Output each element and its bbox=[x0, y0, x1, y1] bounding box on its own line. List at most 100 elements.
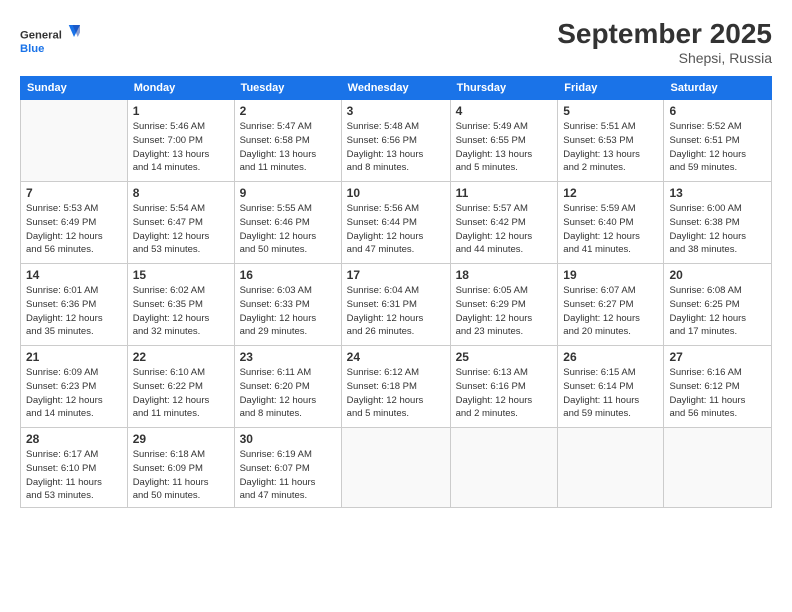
day-info: Sunrise: 6:16 AM Sunset: 6:12 PM Dayligh… bbox=[669, 366, 766, 421]
day-info: Sunrise: 6:19 AM Sunset: 6:07 PM Dayligh… bbox=[240, 448, 336, 503]
day-number: 30 bbox=[240, 432, 336, 446]
day-number: 29 bbox=[133, 432, 229, 446]
logo: General Blue bbox=[20, 18, 80, 62]
table-row bbox=[558, 428, 664, 508]
calendar-table: Sunday Monday Tuesday Wednesday Thursday… bbox=[20, 76, 772, 508]
day-info: Sunrise: 6:07 AM Sunset: 6:27 PM Dayligh… bbox=[563, 284, 658, 339]
day-number: 21 bbox=[26, 350, 122, 364]
day-info: Sunrise: 5:47 AM Sunset: 6:58 PM Dayligh… bbox=[240, 120, 336, 175]
day-info: Sunrise: 6:11 AM Sunset: 6:20 PM Dayligh… bbox=[240, 366, 336, 421]
table-row: 13Sunrise: 6:00 AM Sunset: 6:38 PM Dayli… bbox=[664, 182, 772, 264]
day-number: 23 bbox=[240, 350, 336, 364]
day-info: Sunrise: 6:01 AM Sunset: 6:36 PM Dayligh… bbox=[26, 284, 122, 339]
table-row: 30 Sunrise: 6:19 AM Sunset: 6:07 PM Dayli… bbox=[234, 428, 341, 508]
table-row: 12 Sunrise: 5:59 AM Sunset: 6:40 PM Dayli… bbox=[558, 182, 664, 264]
day-info: Sunrise: 5:53 AM Sunset: 6:49 PM Dayligh… bbox=[26, 202, 122, 257]
day-info: Sunrise: 6:08 AM Sunset: 6:25 PM Dayligh… bbox=[669, 284, 766, 339]
table-row: 11Sunrise: 5:57 AM Sunset: 6:42 PM Dayli… bbox=[450, 182, 558, 264]
col-friday: Friday bbox=[558, 77, 664, 100]
title-block: September 2025 Shepsi, Russia bbox=[557, 18, 772, 66]
table-row: 22 Sunrise: 6:10 AM Sunset: 6:22 PM Dayli… bbox=[127, 346, 234, 428]
day-info: Sunrise: 5:59 AM Sunset: 6:40 PM Dayligh… bbox=[563, 202, 658, 257]
day-number: 18 bbox=[456, 268, 553, 282]
day-number: 27 bbox=[669, 350, 766, 364]
table-row: 1 Sunrise: 5:46 AM Sunset: 7:00 PM Daylig… bbox=[127, 100, 234, 182]
col-wednesday: Wednesday bbox=[341, 77, 450, 100]
table-row: 29 Sunrise: 6:18 AM Sunset: 6:09 PM Dayli… bbox=[127, 428, 234, 508]
day-number: 2 bbox=[240, 104, 336, 118]
table-row: 2 Sunrise: 5:47 AM Sunset: 6:58 PM Daylig… bbox=[234, 100, 341, 182]
calendar-header-row: Sunday Monday Tuesday Wednesday Thursday… bbox=[21, 77, 772, 100]
table-row: 17 Sunrise: 6:04 AM Sunset: 6:31 PM Dayli… bbox=[341, 264, 450, 346]
day-info: Sunrise: 6:04 AM Sunset: 6:31 PM Dayligh… bbox=[347, 284, 445, 339]
table-row: 9 Sunrise: 5:55 AM Sunset: 6:46 PM Daylig… bbox=[234, 182, 341, 264]
day-number: 26 bbox=[563, 350, 658, 364]
day-info: Sunrise: 5:48 AM Sunset: 6:56 PM Dayligh… bbox=[347, 120, 445, 175]
table-row bbox=[341, 428, 450, 508]
table-row: 16Sunrise: 6:03 AM Sunset: 6:33 PM Dayli… bbox=[234, 264, 341, 346]
day-info: Sunrise: 5:46 AM Sunset: 7:00 PM Dayligh… bbox=[133, 120, 229, 175]
day-info: Sunrise: 5:51 AM Sunset: 6:53 PM Dayligh… bbox=[563, 120, 658, 175]
table-row: 10 Sunrise: 5:56 AM Sunset: 6:44 PM Dayli… bbox=[341, 182, 450, 264]
logo-icon: General Blue bbox=[20, 18, 80, 62]
day-info: Sunrise: 6:15 AM Sunset: 6:14 PM Dayligh… bbox=[563, 366, 658, 421]
day-number: 7 bbox=[26, 186, 122, 200]
day-number: 25 bbox=[456, 350, 553, 364]
table-row bbox=[664, 428, 772, 508]
day-number: 28 bbox=[26, 432, 122, 446]
table-row bbox=[21, 100, 128, 182]
table-row: 4Sunrise: 5:49 AM Sunset: 6:55 PM Daylig… bbox=[450, 100, 558, 182]
day-number: 8 bbox=[133, 186, 229, 200]
day-number: 11 bbox=[456, 186, 553, 200]
table-row: 3 Sunrise: 5:48 AM Sunset: 6:56 PM Daylig… bbox=[341, 100, 450, 182]
col-thursday: Thursday bbox=[450, 77, 558, 100]
day-info: Sunrise: 6:02 AM Sunset: 6:35 PM Dayligh… bbox=[133, 284, 229, 339]
day-info: Sunrise: 5:54 AM Sunset: 6:47 PM Dayligh… bbox=[133, 202, 229, 257]
day-number: 1 bbox=[133, 104, 229, 118]
day-info: Sunrise: 6:05 AM Sunset: 6:29 PM Dayligh… bbox=[456, 284, 553, 339]
table-row: 14Sunrise: 6:01 AM Sunset: 6:36 PM Dayli… bbox=[21, 264, 128, 346]
table-row: 24Sunrise: 6:12 AM Sunset: 6:18 PM Dayli… bbox=[341, 346, 450, 428]
day-info: Sunrise: 6:10 AM Sunset: 6:22 PM Dayligh… bbox=[133, 366, 229, 421]
day-number: 17 bbox=[347, 268, 445, 282]
month-title: September 2025 bbox=[557, 18, 772, 50]
day-info: Sunrise: 5:55 AM Sunset: 6:46 PM Dayligh… bbox=[240, 202, 336, 257]
day-number: 12 bbox=[563, 186, 658, 200]
table-row: 19 Sunrise: 6:07 AM Sunset: 6:27 PM Dayli… bbox=[558, 264, 664, 346]
svg-text:Blue: Blue bbox=[20, 43, 44, 55]
day-info: Sunrise: 6:18 AM Sunset: 6:09 PM Dayligh… bbox=[133, 448, 229, 503]
col-sunday: Sunday bbox=[21, 77, 128, 100]
table-row: 8 Sunrise: 5:54 AM Sunset: 6:47 PM Daylig… bbox=[127, 182, 234, 264]
table-row: 25 Sunrise: 6:13 AM Sunset: 6:16 PM Dayli… bbox=[450, 346, 558, 428]
day-info: Sunrise: 6:13 AM Sunset: 6:16 PM Dayligh… bbox=[456, 366, 553, 421]
day-number: 3 bbox=[347, 104, 445, 118]
day-number: 19 bbox=[563, 268, 658, 282]
table-row: 15 Sunrise: 6:02 AM Sunset: 6:35 PM Dayli… bbox=[127, 264, 234, 346]
location: Shepsi, Russia bbox=[557, 50, 772, 66]
day-number: 15 bbox=[133, 268, 229, 282]
table-row: 28 Sunrise: 6:17 AM Sunset: 6:10 PM Dayli… bbox=[21, 428, 128, 508]
day-number: 16 bbox=[240, 268, 336, 282]
day-number: 22 bbox=[133, 350, 229, 364]
table-row: 5 Sunrise: 5:51 AM Sunset: 6:53 PM Daylig… bbox=[558, 100, 664, 182]
day-number: 24 bbox=[347, 350, 445, 364]
svg-text:General: General bbox=[20, 30, 62, 42]
day-info: Sunrise: 6:09 AM Sunset: 6:23 PM Dayligh… bbox=[26, 366, 122, 421]
day-number: 5 bbox=[563, 104, 658, 118]
day-info: Sunrise: 5:52 AM Sunset: 6:51 PM Dayligh… bbox=[669, 120, 766, 175]
table-row: 6 Sunrise: 5:52 AM Sunset: 6:51 PM Daylig… bbox=[664, 100, 772, 182]
day-number: 13 bbox=[669, 186, 766, 200]
day-number: 9 bbox=[240, 186, 336, 200]
table-row: 18 Sunrise: 6:05 AM Sunset: 6:29 PM Dayli… bbox=[450, 264, 558, 346]
page-header: General Blue September 2025 Shepsi, Russ… bbox=[20, 18, 772, 66]
day-info: Sunrise: 5:56 AM Sunset: 6:44 PM Dayligh… bbox=[347, 202, 445, 257]
day-number: 6 bbox=[669, 104, 766, 118]
table-row: 26 Sunrise: 6:15 AM Sunset: 6:14 PM Dayli… bbox=[558, 346, 664, 428]
col-monday: Monday bbox=[127, 77, 234, 100]
table-row: 20 Sunrise: 6:08 AM Sunset: 6:25 PM Dayli… bbox=[664, 264, 772, 346]
day-info: Sunrise: 6:17 AM Sunset: 6:10 PM Dayligh… bbox=[26, 448, 122, 503]
day-number: 10 bbox=[347, 186, 445, 200]
day-number: 20 bbox=[669, 268, 766, 282]
table-row: 7 Sunrise: 5:53 AM Sunset: 6:49 PM Daylig… bbox=[21, 182, 128, 264]
table-row bbox=[450, 428, 558, 508]
